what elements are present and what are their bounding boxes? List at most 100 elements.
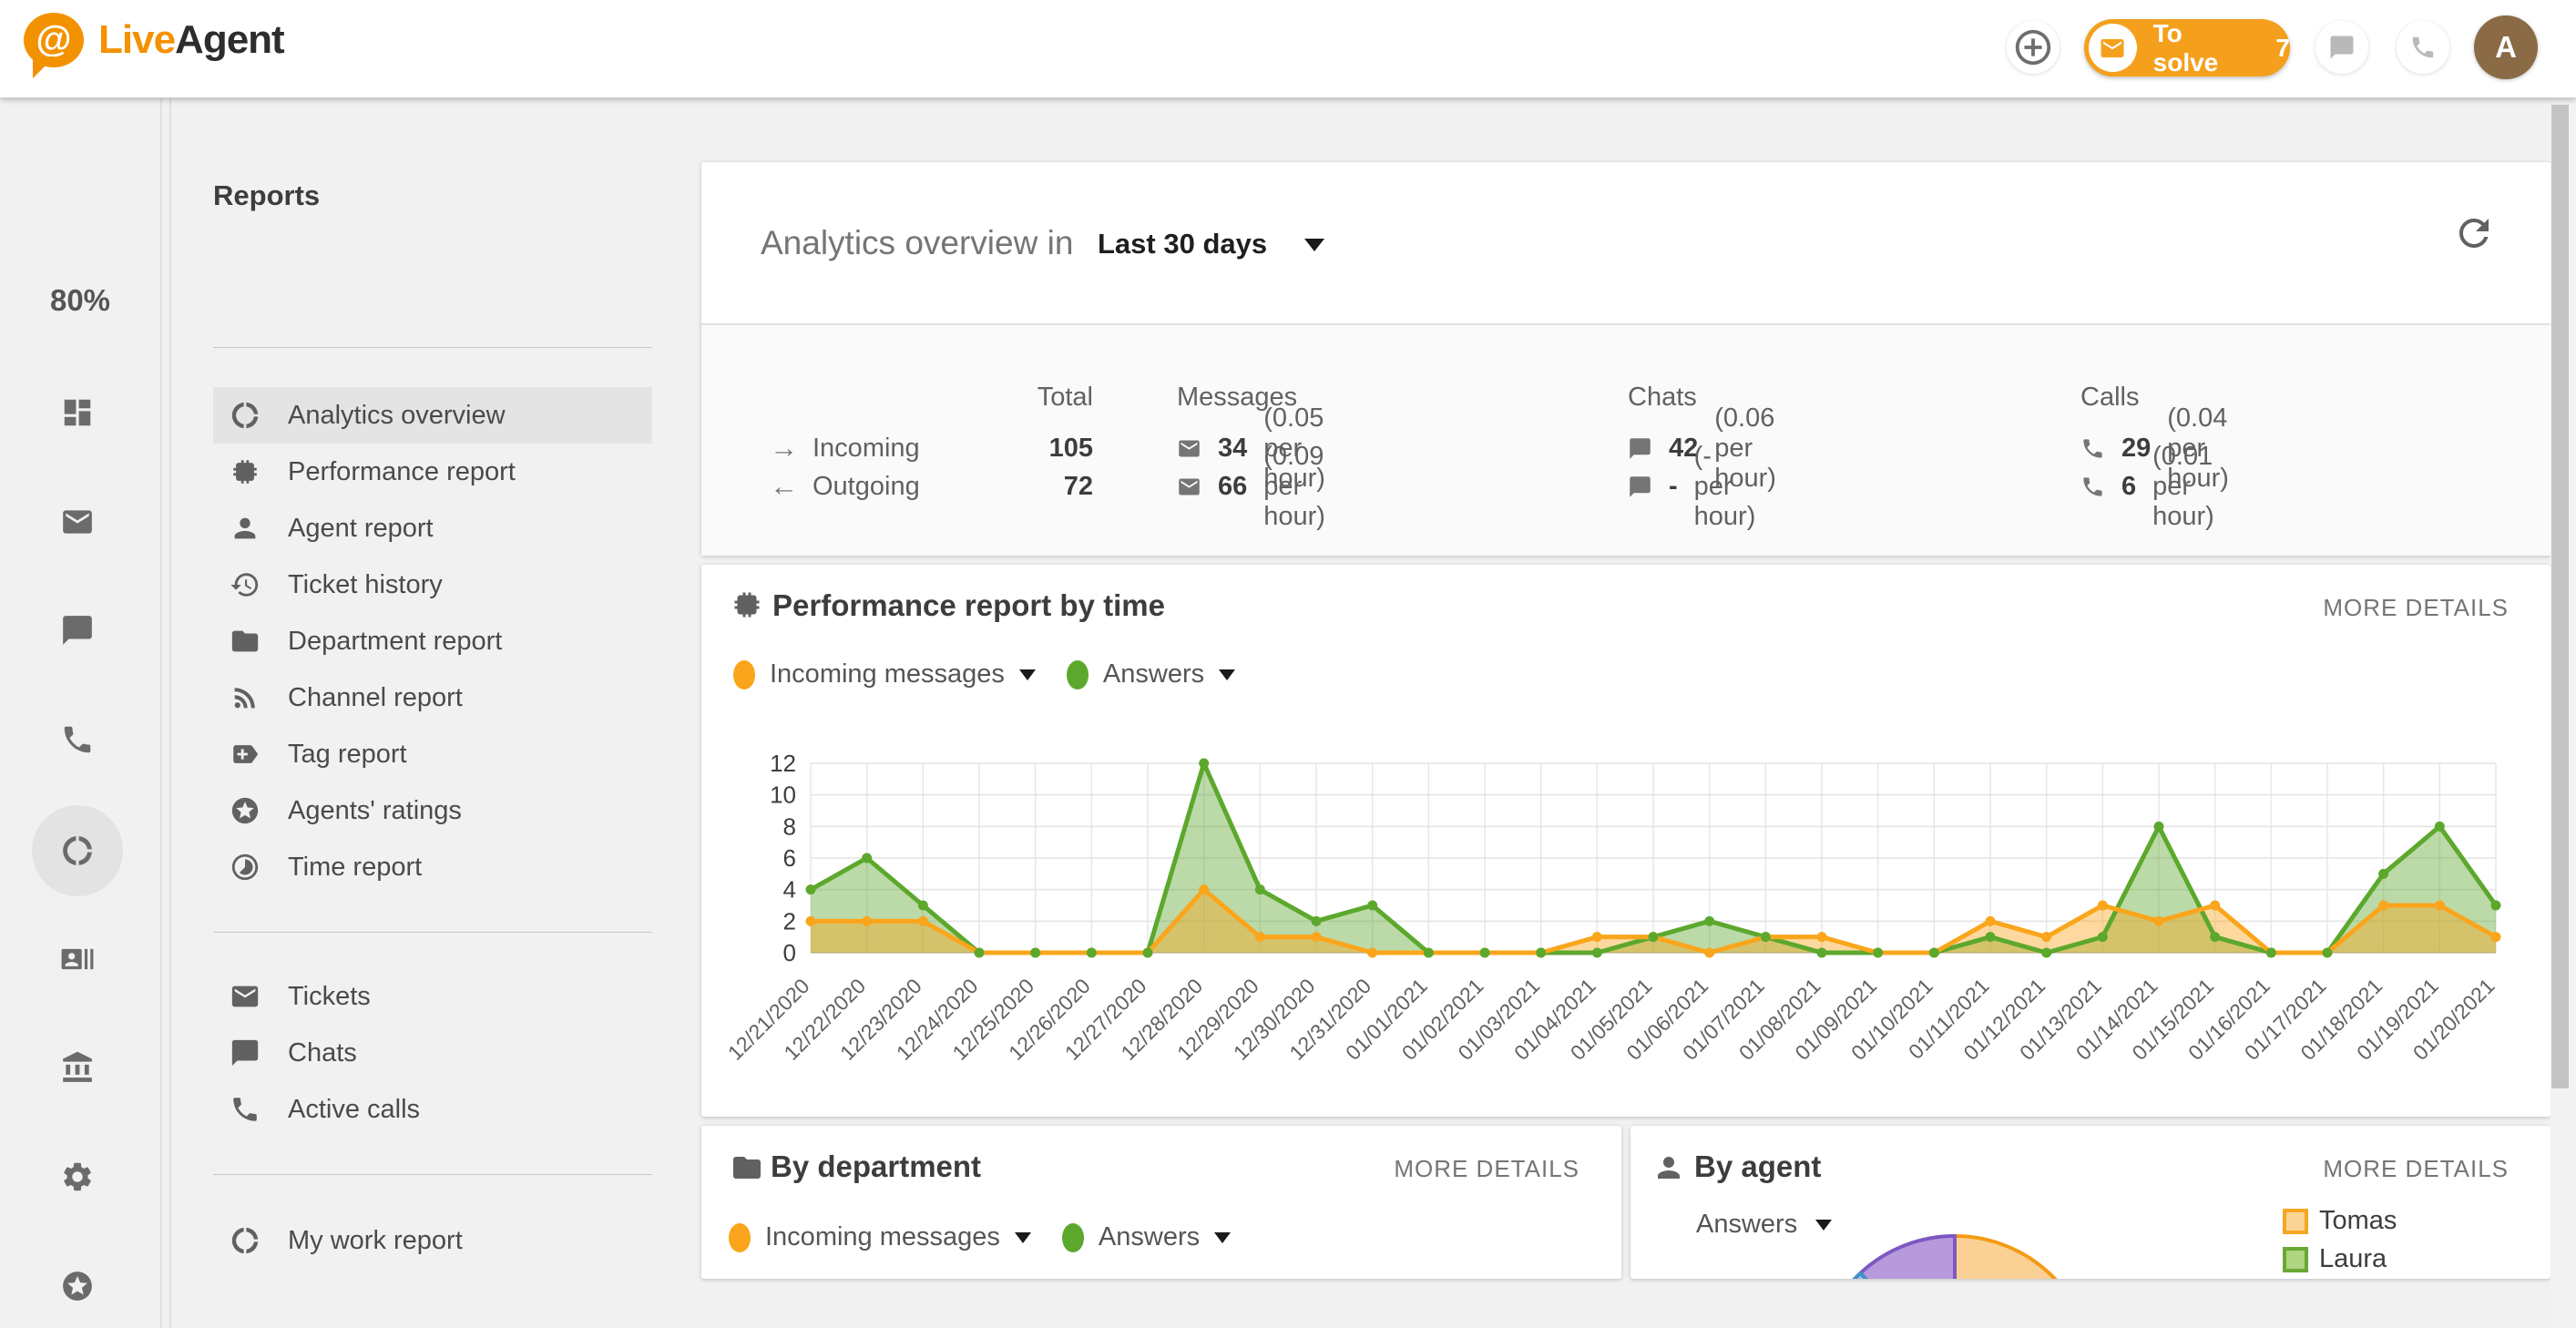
more-details-link[interactable]: MORE DETAILS [2323,594,2509,622]
contacts-icon[interactable] [60,942,95,976]
chevron-down-icon [1019,669,1036,680]
sidebar-item-department-report[interactable]: Department report [213,613,652,669]
chevron-down-icon [1815,1220,1832,1231]
star-circle-icon[interactable] [60,1269,95,1303]
refresh-button[interactable] [2452,211,2496,255]
chat-icon [1628,436,1652,461]
stats-row-chats: - (- per hour) [1628,470,1755,503]
messages-value: 34 [1218,434,1247,464]
vertical-scrollbar-thumb[interactable] [2551,105,2569,1088]
svg-text:2: 2 [783,907,796,935]
calls-topbar-button[interactable] [2397,21,2449,74]
legend-series-dropdown[interactable]: Answers [1062,1222,1262,1252]
phone-icon [2080,475,2105,499]
sidebar-item-label: Ticket history [288,570,443,600]
legend-label: Incoming messages [765,1222,1000,1252]
legend-series-dropdown[interactable]: Incoming messages [733,659,1067,690]
stats-row-calls: 6 (0.01 per hour) [2080,470,2214,503]
sidebar-item-chats[interactable]: Chats [213,1025,652,1081]
sidebar-item-my-work-report[interactable]: My work report [213,1212,652,1269]
date-range-select[interactable]: Last 30 days [1098,228,1267,260]
sidebar-item-label: Active calls [288,1095,420,1125]
card-title: Performance report by time [772,588,1165,623]
mail-icon[interactable] [60,505,95,539]
chat-icon[interactable] [60,613,95,648]
legend-label: Answers [1099,1222,1200,1252]
dashboard-icon[interactable] [60,395,95,430]
legend-label: Tomas [2319,1206,2397,1236]
icon-rail: 80% [0,97,160,1328]
phone-icon [2409,34,2437,61]
answers-filter-dropdown[interactable]: Answers [1696,1210,1832,1240]
legend-color-square [2283,1247,2308,1272]
arrow-left-icon: ← [770,470,798,503]
svg-text:0: 0 [783,939,796,966]
direction-label: Outgoing [813,472,920,502]
sidebar-item-time-report[interactable]: Time report [213,839,652,895]
divider [213,347,652,348]
sidebar-item-tickets[interactable]: Tickets [213,968,652,1025]
user-avatar[interactable]: A [2474,15,2538,79]
vertical-scrollbar-track[interactable] [2550,97,2576,1328]
sidebar-item-tag-report[interactable]: Tag report [213,726,652,782]
chevron-down-icon [1214,1232,1231,1243]
reports-donut-icon[interactable] [60,833,95,868]
more-details-link[interactable]: MORE DETAILS [2323,1155,2509,1183]
logo-wordmark: LiveAgent [98,17,284,63]
sidebar-item-label: Agents' ratings [288,796,462,826]
more-details-link[interactable]: MORE DETAILS [1394,1155,1579,1183]
legend-color-square [2283,1209,2308,1234]
calls-header: Calls [2080,383,2139,413]
sidebar-item-analytics-overview[interactable]: Analytics overview [213,387,652,444]
donut-icon [230,1225,261,1256]
phone-icon[interactable] [60,722,95,757]
divider [213,1174,652,1175]
usage-percent-label: 80% [0,283,160,318]
total-header: Total [929,383,1093,413]
topbar: @ LiveAgent To solve 7 A [0,0,2576,97]
svg-text:12: 12 [770,750,796,777]
legend-color-dot [1062,1223,1084,1252]
folder-icon [731,1151,763,1184]
chevron-down-icon [1304,239,1324,251]
history-icon [230,569,261,600]
legend-color-dot [729,1223,751,1252]
arrow-right-icon: → [770,432,798,465]
add-new-button[interactable] [2007,21,2060,74]
sidebar-item-agents-ratings[interactable]: Agents' ratings [213,782,652,839]
sidebar-item-channel-report[interactable]: Channel report [213,669,652,726]
sidebar-item-agent-report[interactable]: Agent report [213,500,652,557]
svg-text:8: 8 [783,812,796,840]
svg-text:10: 10 [770,781,796,809]
envelope-icon [1177,475,1201,499]
rss-icon [230,682,261,713]
liveagent-logo[interactable]: @ LiveAgent [24,13,284,67]
sidebar-item-ticket-history[interactable]: Ticket history [213,557,652,613]
to-solve-button[interactable]: To solve 7 [2084,19,2290,77]
page-title: Analytics overview in [761,224,1073,262]
sidebar-item-label: Performance report [288,457,516,487]
timelapse-icon [230,852,261,883]
person-icon [230,513,261,544]
chats-rate: (- per hour) [1694,442,1756,532]
to-solve-count: 7 [2275,34,2290,63]
performance-report-card: Performance report by time MORE DETAILS … [701,565,2550,1117]
sidebar-item-label: Tickets [288,982,371,1012]
sidebar-item-label: Time report [288,853,422,883]
email-icon [230,981,261,1012]
legend-series-dropdown[interactable]: Incoming messages [729,1222,1062,1252]
sidebar-item-active-calls[interactable]: Active calls [213,1081,652,1138]
total-value: 105 [929,434,1093,464]
rail-divider [160,97,162,1328]
settings-gear-icon[interactable] [60,1159,95,1194]
legend-series-dropdown[interactable]: Answers [1067,659,1266,690]
memory-chip-icon [731,588,763,621]
sidebar-item-performance-report[interactable]: Performance report [213,444,652,500]
academy-bank-icon[interactable] [60,1050,95,1085]
legend-label: Laura [2319,1244,2387,1274]
stats-summary: → Incoming ← Outgoing Total 10572 Messag… [701,323,2550,556]
chats-topbar-button[interactable] [2315,21,2368,74]
reports-panel-title: Reports [213,179,320,212]
phone-icon [2080,436,2105,461]
chevron-down-icon [1015,1232,1031,1243]
